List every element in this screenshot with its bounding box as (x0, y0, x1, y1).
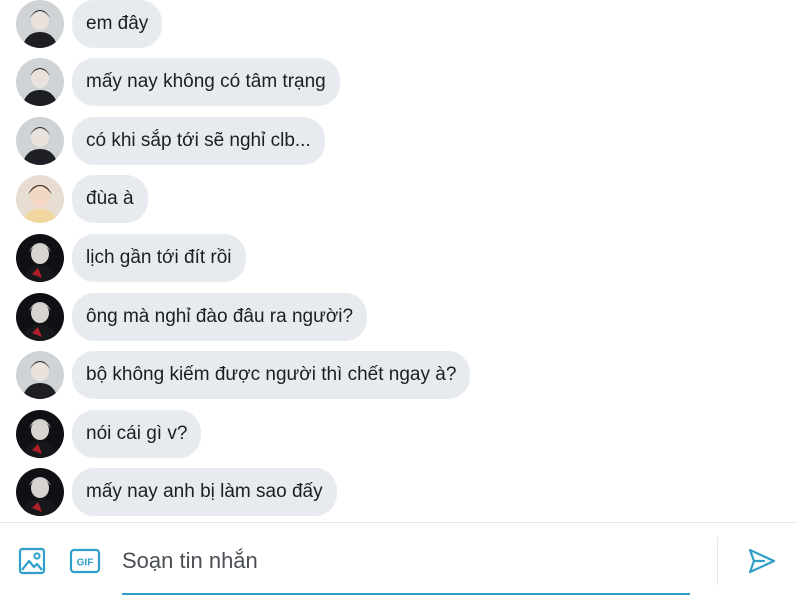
message-bubble[interactable]: lịch gần tới đít rồi (72, 234, 246, 282)
message-list: em đây mấy nay không có tâm trạng có khi… (0, 0, 798, 522)
divider (717, 537, 718, 585)
message-row: nói cái gì v? (16, 410, 202, 458)
gif-icon[interactable]: GIF (69, 545, 101, 577)
message-row: mấy nay anh bị làm sao đấy (16, 468, 337, 516)
gif-label: GIF (77, 558, 94, 569)
message-input[interactable] (122, 537, 690, 585)
message-bubble[interactable]: mấy nay không có tâm trạng (72, 58, 340, 106)
message-row: em đây (16, 0, 163, 48)
avatar[interactable] (16, 0, 64, 48)
message-row: ông mà nghỉ đào đâu ra người? (16, 293, 368, 341)
message-row: mấy nay không có tâm trạng (16, 58, 340, 106)
avatar[interactable] (16, 117, 64, 165)
avatar[interactable] (16, 410, 64, 458)
avatar[interactable] (16, 58, 64, 106)
avatar[interactable] (16, 175, 64, 223)
message-composer: GIF (0, 522, 798, 599)
message-bubble[interactable]: em đây (72, 0, 163, 48)
message-bubble[interactable]: mấy nay anh bị làm sao đấy (72, 468, 337, 516)
message-bubble[interactable]: ông mà nghỉ đào đâu ra người? (72, 293, 368, 341)
message-row: đùa à (16, 175, 148, 223)
avatar[interactable] (16, 234, 64, 282)
message-row: bộ không kiếm được người thì chết ngay à… (16, 351, 471, 399)
avatar[interactable] (16, 468, 64, 516)
send-icon[interactable] (746, 545, 778, 577)
message-row: lịch gần tới đít rồi (16, 234, 246, 282)
image-icon[interactable] (16, 545, 48, 577)
message-bubble[interactable]: đùa à (72, 175, 148, 223)
message-row: có khi sắp tới sẽ nghỉ clb... (16, 117, 325, 165)
avatar[interactable] (16, 293, 64, 341)
avatar[interactable] (16, 351, 64, 399)
message-input-wrapper (122, 537, 690, 595)
message-bubble[interactable]: có khi sắp tới sẽ nghỉ clb... (72, 117, 325, 165)
message-bubble[interactable]: bộ không kiếm được người thì chết ngay à… (72, 351, 471, 399)
message-bubble[interactable]: nói cái gì v? (72, 410, 202, 458)
